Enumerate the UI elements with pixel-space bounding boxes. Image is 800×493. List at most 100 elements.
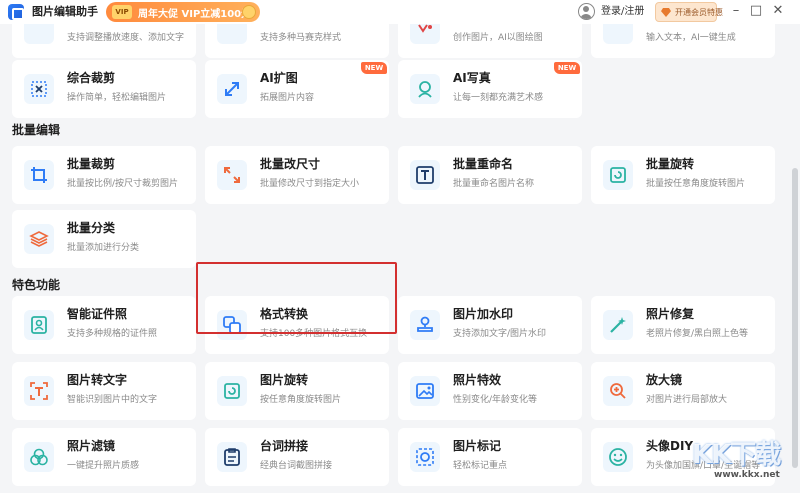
tool-title: 照片滤镜 bbox=[67, 439, 116, 453]
tool-card-filter[interactable]: 照片滤镜 一键提升照片质感 bbox=[12, 428, 196, 486]
ai-text-icon bbox=[603, 24, 633, 44]
app-title: 图片编辑助手 bbox=[32, 5, 98, 18]
tool-card-ocr[interactable]: 图片转文字 智能识别图片中的文字 bbox=[12, 362, 196, 420]
tool-card-caption-stitch[interactable]: 台词拼接 经典台词截图拼接 bbox=[205, 428, 389, 486]
layers-icon bbox=[24, 224, 54, 254]
vip-offer-button[interactable]: 开通会员特惠 bbox=[655, 2, 723, 22]
tool-title: AI扩图 bbox=[260, 71, 298, 85]
tool-card-batch-rotate[interactable]: 批量旋转 批量按任意角度旋转图片 bbox=[591, 146, 775, 204]
tool-desc: 支持多种马赛克样式 bbox=[260, 33, 342, 43]
tool-card-watermark[interactable]: 图片加水印 支持添加文字/图片水印 bbox=[398, 296, 582, 354]
tool-title: 图片转文字 bbox=[67, 373, 128, 387]
tool-card[interactable]: 支持多种马赛克样式 bbox=[205, 24, 389, 58]
tool-desc: 一键提升照片质感 bbox=[67, 461, 140, 471]
ai-paint-icon bbox=[410, 24, 440, 44]
tool-title: 批量裁剪 bbox=[67, 157, 116, 171]
user-avatar-icon[interactable] bbox=[578, 3, 595, 20]
close-button[interactable]: ✕ bbox=[770, 3, 786, 19]
rename-icon bbox=[410, 160, 440, 190]
tool-title: 智能证件照 bbox=[67, 307, 128, 321]
tool-card-photo-effects[interactable]: 照片特效 性别变化/年龄变化等 bbox=[398, 362, 582, 420]
crop-icon bbox=[24, 74, 54, 104]
tool-card-id-photo[interactable]: 智能证件照 支持多种规格的证件照 bbox=[12, 296, 196, 354]
tool-desc: 支持调整播放速度、添加文字 bbox=[67, 33, 185, 43]
ocr-icon bbox=[24, 376, 54, 406]
tool-desc: 创作图片，AI以图绘图 bbox=[453, 33, 543, 43]
tool-card-mark[interactable]: 图片标记 轻松标记重点 bbox=[398, 428, 582, 486]
tool-title: 综合裁剪 bbox=[67, 71, 116, 85]
new-badge: NEW bbox=[554, 62, 580, 74]
tool-desc: 经典台词截图拼接 bbox=[260, 461, 333, 471]
tool-card-rotate[interactable]: 图片旋转 按任意角度旋转图片 bbox=[205, 362, 389, 420]
coin-icon bbox=[242, 5, 256, 19]
portrait-icon bbox=[410, 74, 440, 104]
tool-card[interactable]: 创作图片，AI以图绘图 bbox=[398, 24, 582, 58]
mosaic-icon bbox=[217, 24, 247, 44]
watermark-url: www.kkx.net bbox=[714, 470, 780, 480]
promo-vip-label: VIP bbox=[112, 5, 132, 19]
magnifier-icon bbox=[603, 376, 633, 406]
tool-title: 照片修复 bbox=[646, 307, 695, 321]
resize-icon bbox=[217, 160, 247, 190]
promo-banner[interactable]: VIP 周年大促 VIP立减100元 bbox=[106, 2, 260, 22]
section-title-batch: 批量编辑 bbox=[12, 123, 61, 137]
tool-desc: 输入文本，AI一键生成 bbox=[646, 33, 736, 43]
gem-icon bbox=[661, 8, 671, 17]
tool-title: 批量旋转 bbox=[646, 157, 695, 171]
maximize-button[interactable]: □ bbox=[748, 3, 764, 19]
mark-target-icon bbox=[410, 442, 440, 472]
tool-desc: 支持添加文字/图片水印 bbox=[453, 329, 547, 339]
tool-desc: 操作简单，轻松编辑图片 bbox=[67, 93, 167, 103]
rotate-icon bbox=[217, 376, 247, 406]
image-effect-icon bbox=[410, 376, 440, 406]
tool-card-batch-crop[interactable]: 批量裁剪 批量按比例/按尺寸裁剪图片 bbox=[12, 146, 196, 204]
tool-desc: 批量添加进行分类 bbox=[67, 243, 140, 253]
tool-card-ai-expand[interactable]: AI扩图 拓展图片内容 NEW bbox=[205, 60, 389, 118]
tool-title: 批量分类 bbox=[67, 221, 116, 235]
tool-title: 图片加水印 bbox=[453, 307, 514, 321]
smiley-icon bbox=[603, 442, 633, 472]
tool-card-magnifier[interactable]: 放大镜 对图片进行局部放大 bbox=[591, 362, 775, 420]
watermark-logo: KK下载 bbox=[692, 440, 781, 470]
highlight-box bbox=[196, 262, 397, 334]
tool-title: 照片特效 bbox=[453, 373, 502, 387]
site-watermark: KK下载 www.kkx.net bbox=[692, 434, 792, 482]
tool-desc: 对图片进行局部放大 bbox=[646, 395, 728, 405]
tool-desc: 轻松标记重点 bbox=[453, 461, 508, 471]
tool-title: 图片旋转 bbox=[260, 373, 309, 387]
tool-desc: 批量按任意角度旋转图片 bbox=[646, 179, 746, 189]
tool-card-crop[interactable]: 综合裁剪 操作简单，轻松编辑图片 bbox=[12, 60, 196, 118]
tool-card-photo-repair[interactable]: 照片修复 老照片修复/黑白照上色等 bbox=[591, 296, 775, 354]
caption-stitch-icon bbox=[217, 442, 247, 472]
tool-desc: 智能识别图片中的文字 bbox=[67, 395, 158, 405]
new-badge: NEW bbox=[361, 62, 387, 74]
tool-title: 批量改尺寸 bbox=[260, 157, 321, 171]
tool-card[interactable]: 支持调整播放速度、添加文字 bbox=[12, 24, 196, 58]
promo-text: 周年大促 VIP立减100元 bbox=[138, 8, 252, 20]
vip-offer-label: 开通会员特惠 bbox=[675, 8, 723, 17]
tool-desc: 批量重命名图片名称 bbox=[453, 179, 535, 189]
filter-icon bbox=[24, 442, 54, 472]
batch-crop-icon bbox=[24, 160, 54, 190]
tool-card-batch-resize[interactable]: 批量改尺寸 批量修改尺寸到指定大小 bbox=[205, 146, 389, 204]
tool-card-batch-rename[interactable]: 批量重命名 批量重命名图片名称 bbox=[398, 146, 582, 204]
tool-title: AI写真 bbox=[453, 71, 491, 85]
tool-card[interactable]: 输入文本，AI一键生成 bbox=[591, 24, 775, 58]
tool-title: 头像DIY bbox=[646, 439, 694, 453]
tool-card-ai-portrait[interactable]: AI写真 让每一刻都充满艺术感 NEW bbox=[398, 60, 582, 118]
title-bar: 图片编辑助手 VIP 周年大促 VIP立减100元 登录/注册 开通会员特惠 –… bbox=[0, 0, 800, 24]
tool-title: 放大镜 bbox=[646, 373, 683, 387]
tool-desc: 批量按比例/按尺寸裁剪图片 bbox=[67, 179, 179, 189]
app-logo-icon bbox=[8, 4, 24, 20]
minimize-button[interactable]: – bbox=[728, 3, 744, 19]
login-link[interactable]: 登录/注册 bbox=[601, 5, 644, 19]
video-edit-icon bbox=[24, 24, 54, 44]
expand-icon bbox=[217, 74, 247, 104]
tool-desc: 性别变化/年龄变化等 bbox=[453, 395, 538, 405]
tool-desc: 支持多种规格的证件照 bbox=[67, 329, 158, 339]
tool-desc: 老照片修复/黑白照上色等 bbox=[646, 329, 749, 339]
tool-desc: 拓展图片内容 bbox=[260, 93, 315, 103]
tool-card-batch-classify[interactable]: 批量分类 批量添加进行分类 bbox=[12, 210, 196, 268]
scrollbar-thumb[interactable] bbox=[792, 168, 798, 468]
tool-title: 批量重命名 bbox=[453, 157, 514, 171]
